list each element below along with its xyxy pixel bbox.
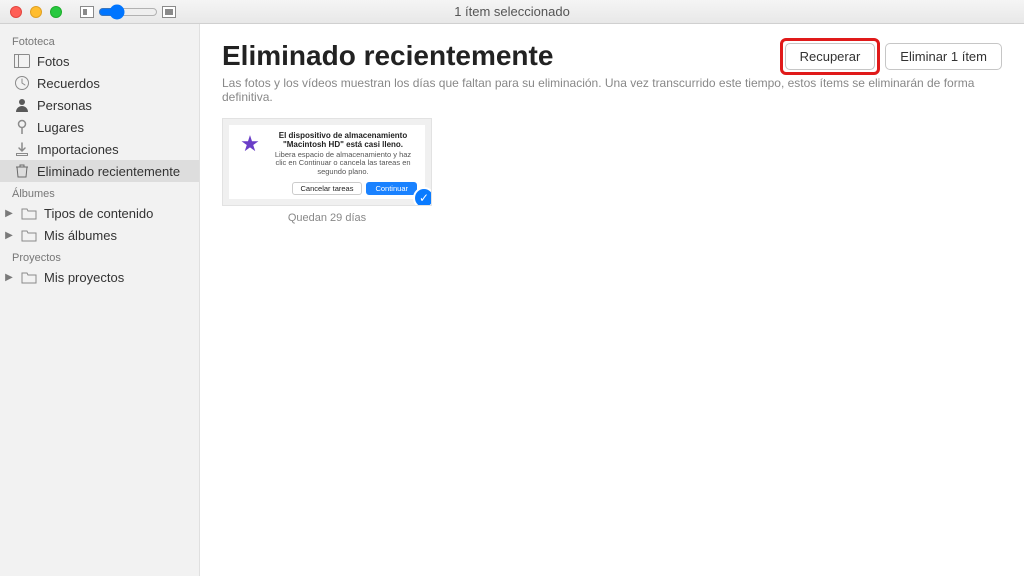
deleted-item[interactable]: ★ El dispositivo de almacenamiento "Maci… — [222, 118, 432, 224]
folder-icon — [21, 269, 37, 285]
sidebar-item-label: Importaciones — [37, 142, 119, 157]
sidebar-item-personas[interactable]: Personas — [0, 94, 199, 116]
sidebar-section-albumes: Álbumes — [0, 182, 199, 202]
zoom-large-icon — [162, 6, 176, 18]
sidebar-item-label: Fotos — [37, 54, 70, 69]
dialog-body-text: Libera espacio de almacenamiento y haz c… — [269, 151, 417, 176]
sidebar-item-lugares[interactable]: Lugares — [0, 116, 199, 138]
sidebar-item-label: Recuerdos — [37, 76, 100, 91]
sidebar-section-fototeca: Fototeca — [0, 30, 199, 50]
page-title: Eliminado recientemente — [222, 40, 553, 72]
item-thumbnail: ★ El dispositivo de almacenamiento "Maci… — [222, 118, 432, 206]
download-icon — [14, 141, 30, 157]
sidebar-item-label: Tipos de contenido — [44, 206, 153, 221]
traffic-lights — [0, 6, 62, 18]
minimize-window-button[interactable] — [30, 6, 42, 18]
folder-icon — [21, 205, 37, 221]
chevron-right-icon: ▶ — [4, 272, 14, 283]
window-titlebar: 1 ítem seleccionado — [0, 0, 1024, 24]
sidebar-item-label: Eliminado recientemente — [37, 164, 180, 179]
sidebar-item-fotos[interactable]: Fotos — [0, 50, 199, 72]
folder-icon — [21, 227, 37, 243]
sidebar: Fototeca Fotos Recuerdos Personas Lugare… — [0, 24, 200, 576]
sidebar-item-importaciones[interactable]: Importaciones — [0, 138, 199, 160]
sidebar-item-label: Mis álbumes — [44, 228, 117, 243]
dialog-cancel-button: Cancelar tareas — [292, 182, 363, 195]
imovie-star-icon: ★ — [237, 131, 263, 157]
recover-button[interactable]: Recuperar — [785, 43, 876, 70]
sidebar-item-eliminado[interactable]: Eliminado recientemente — [0, 160, 199, 182]
trash-icon — [14, 163, 30, 179]
tutorial-highlight: Recuperar — [785, 43, 876, 70]
sidebar-item-label: Mis proyectos — [44, 270, 124, 285]
thumbnail-zoom-control — [80, 4, 176, 20]
photos-icon — [14, 53, 30, 69]
header-row: Eliminado recientemente Recuperar Elimin… — [222, 40, 1002, 72]
sidebar-item-mis-proyectos[interactable]: ▶ Mis proyectos — [0, 266, 199, 288]
chevron-right-icon: ▶ — [4, 208, 14, 219]
person-icon — [14, 97, 30, 113]
thumbnail-dialog-preview: ★ El dispositivo de almacenamiento "Maci… — [229, 125, 425, 199]
sidebar-item-label: Personas — [37, 98, 92, 113]
chevron-right-icon: ▶ — [4, 230, 14, 241]
main-content: Eliminado recientemente Recuperar Elimin… — [200, 24, 1024, 576]
sidebar-item-mis-albumes[interactable]: ▶ Mis álbumes — [0, 224, 199, 246]
dialog-continue-button: Continuar — [366, 182, 417, 195]
zoom-slider[interactable] — [98, 4, 158, 20]
maximize-window-button[interactable] — [50, 6, 62, 18]
sidebar-item-recuerdos[interactable]: Recuerdos — [0, 72, 199, 94]
close-window-button[interactable] — [10, 6, 22, 18]
days-remaining-label: Quedan 29 días — [222, 212, 432, 224]
pin-icon — [14, 119, 30, 135]
dialog-title-text: El dispositivo de almacenamiento "Macint… — [269, 131, 417, 149]
delete-button[interactable]: Eliminar 1 ítem — [885, 43, 1002, 70]
clock-icon — [14, 75, 30, 91]
sidebar-item-tipos-contenido[interactable]: ▶ Tipos de contenido — [0, 202, 199, 224]
zoom-small-icon — [80, 6, 94, 18]
sidebar-item-label: Lugares — [37, 120, 84, 135]
sidebar-section-proyectos: Proyectos — [0, 246, 199, 266]
info-text: Las fotos y los vídeos muestran los días… — [222, 76, 1002, 104]
action-buttons: Recuperar Eliminar 1 ítem — [785, 43, 1002, 70]
selected-checkmark-icon: ✓ — [413, 187, 432, 206]
